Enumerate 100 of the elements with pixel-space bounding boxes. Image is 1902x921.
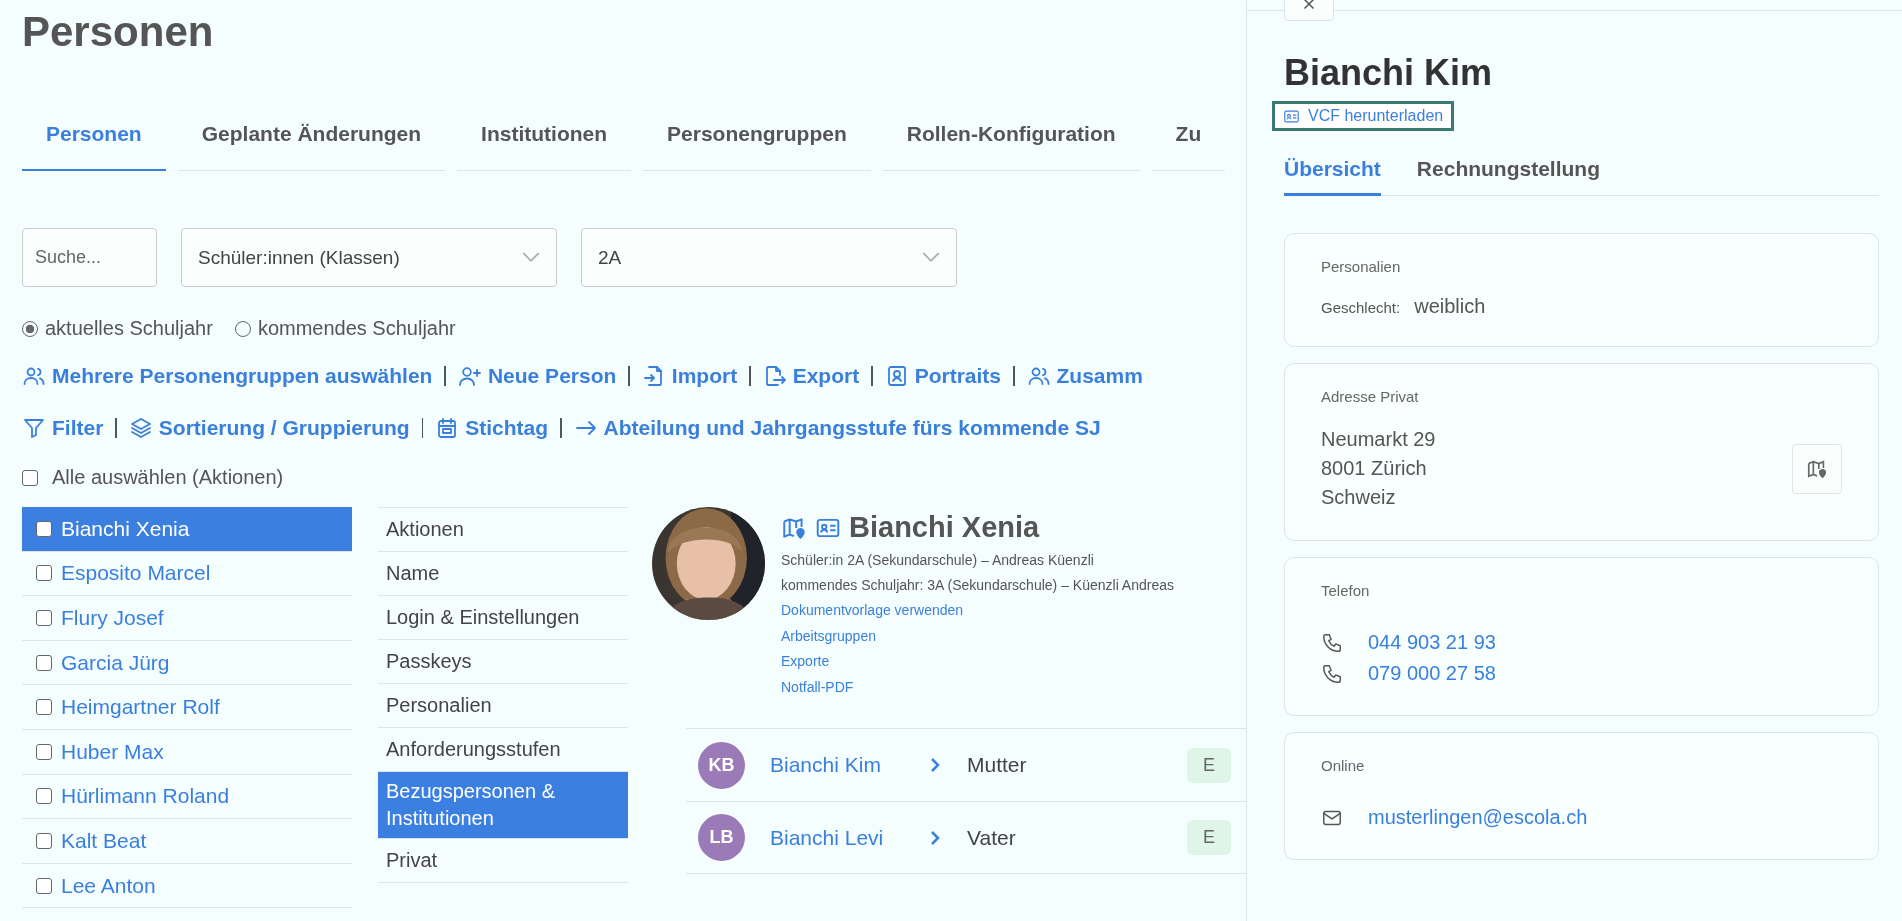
- card-title: Adresse Privat: [1321, 388, 1420, 405]
- caret-icon: [922, 252, 940, 263]
- map-button[interactable]: [1792, 443, 1842, 494]
- toolbar-link[interactable]: Stichtag: [435, 408, 549, 448]
- relation-name[interactable]: Bianchi Levi: [770, 825, 930, 850]
- checkbox[interactable]: [36, 565, 52, 582]
- relation-badge: E: [1187, 820, 1231, 855]
- section-nav-item[interactable]: Privat: [378, 839, 628, 883]
- card-title: Telefon: [1321, 582, 1371, 599]
- person-name: Garcia Jürg: [61, 650, 170, 675]
- checkbox[interactable]: [36, 654, 52, 671]
- tab[interactable]: Geplante Änderungen: [177, 98, 446, 171]
- person-name: Lee Anton: [61, 873, 156, 898]
- person-title: Bianchi Xenia: [849, 511, 1040, 544]
- person-name: Heimgartner Rolf: [61, 695, 220, 720]
- person-name: Hürlimann Roland: [61, 784, 230, 809]
- info-line: Schüler:in 2A (Sekundarschule) – Andreas Küenzli: [781, 551, 1095, 570]
- profile-link[interactable]: Exporte: [781, 649, 1174, 675]
- search-field[interactable]: Suche...: [22, 228, 157, 287]
- profile-link[interactable]: Arbeitsgruppen: [781, 623, 1174, 649]
- card-title: Online: [1321, 757, 1366, 774]
- person-list-item[interactable]: Hürlimann Roland: [22, 774, 352, 820]
- toolbar-link[interactable]: Abteilung und Jahrgangsstufe fürs kommende SJ: [573, 408, 1101, 448]
- toolbar-link[interactable]: Sortierung / Gruppierung: [128, 408, 410, 448]
- person-list-item[interactable]: Esposito Marcel: [22, 551, 352, 597]
- radio-button[interactable]: [22, 320, 38, 337]
- checkbox[interactable]: [36, 610, 52, 626]
- checkbox[interactable]: [36, 520, 52, 537]
- phone-link[interactable]: 044 903 21 93: [1368, 629, 1496, 656]
- toolbar-link[interactable]: Import: [641, 356, 738, 396]
- field-label: Geschlecht:: [1321, 299, 1401, 316]
- select-all-label: Alle auswählen (Aktionen): [52, 466, 284, 489]
- toolbar-link[interactable]: Filter: [22, 408, 104, 448]
- person-list-item[interactable]: Flury Josef: [22, 596, 352, 641]
- profile-link[interactable]: Dokumentvorlage verwenden: [781, 598, 1174, 624]
- checkbox[interactable]: [36, 743, 52, 760]
- email-link[interactable]: musterlingen@escola.ch: [1368, 804, 1588, 831]
- tab[interactable]: Institutionen: [457, 98, 632, 171]
- tab[interactable]: Rollen-Konfiguration: [882, 98, 1140, 171]
- person-name: Flury Josef: [61, 606, 164, 630]
- tab[interactable]: Übersicht: [1284, 157, 1381, 196]
- address-line: Neumarkt 29: [1321, 427, 1436, 452]
- person-list-item[interactable]: Bianchi Xenia: [22, 507, 352, 552]
- person-name: Huber Max: [61, 739, 164, 764]
- section-nav-item[interactable]: Name: [378, 552, 628, 596]
- user-plus-icon: [457, 364, 482, 388]
- address-line: 8001 Zürich: [1321, 456, 1428, 481]
- checkbox[interactable]: [22, 469, 38, 486]
- person-list-item[interactable]: Lee Anton: [22, 863, 352, 909]
- person-list-item[interactable]: Heimgartner Rolf: [22, 685, 352, 730]
- checkbox[interactable]: [36, 699, 52, 716]
- chevron-icon: [930, 829, 940, 846]
- section-nav-item[interactable]: Personalien: [378, 684, 628, 728]
- relation-role: Mutter: [967, 753, 1028, 777]
- person-list-item[interactable]: Huber Max: [22, 729, 352, 775]
- info-line: kommendes Schuljahr: 3A (Sekundarschule) – Küenzli Andreas: [781, 576, 1174, 595]
- toolbar-link[interactable]: Export: [762, 356, 860, 396]
- card-title: Personalien: [1321, 258, 1402, 275]
- person-name: Esposito Marcel: [61, 561, 211, 586]
- relation-badge: E: [1187, 747, 1231, 783]
- vcf-download-link[interactable]: VCF herunterladen: [1272, 101, 1455, 131]
- section-nav-item[interactable]: Bezugspersonen & Institutionen: [378, 772, 628, 839]
- person-list-item[interactable]: Kalt Beat: [22, 819, 352, 864]
- chevron-icon: [930, 757, 940, 773]
- toolbar-link[interactable]: Portraits: [884, 356, 1002, 396]
- profile-link[interactable]: Notfall-PDF: [781, 674, 1174, 700]
- checkbox[interactable]: [36, 788, 52, 805]
- checkbox[interactable]: [36, 832, 52, 849]
- tab[interactable]: Personengruppen: [643, 98, 871, 171]
- tab[interactable]: Zu: [1151, 98, 1226, 171]
- toolbar-link[interactable]: Mehrere Personengruppen auswählen: [22, 356, 433, 396]
- avatar: KB: [698, 741, 745, 789]
- section-nav-item[interactable]: Passkeys: [378, 640, 628, 684]
- radio-label: kommendes Schuljahr: [257, 317, 456, 340]
- phone-icon: [1321, 631, 1343, 654]
- checkbox[interactable]: [36, 877, 52, 894]
- tab[interactable]: Rechnungstellung: [1416, 157, 1601, 196]
- field-value: weiblich: [1414, 295, 1486, 318]
- select-field[interactable]: 2A: [581, 228, 957, 287]
- phone-icon: [1321, 662, 1343, 685]
- person-list-item[interactable]: Garcia Jürg: [22, 640, 352, 686]
- toolbar-link[interactable]: Neue Person: [457, 356, 617, 396]
- panel-title: Bianchi Kim: [1284, 51, 1494, 95]
- toolbar-link[interactable]: Zusamm: [1026, 356, 1143, 396]
- select-field[interactable]: Schüler:innen (Klassen): [181, 228, 557, 287]
- filter-icon: [22, 416, 46, 440]
- page-title: Personen: [22, 7, 215, 57]
- caret-icon: [522, 252, 540, 263]
- relation-name[interactable]: Bianchi Kim: [770, 753, 930, 777]
- radio-label: aktuelles Schuljahr: [45, 317, 213, 340]
- section-nav-item[interactable]: Login & Einstellungen: [378, 596, 628, 640]
- tab[interactable]: Personen: [22, 98, 166, 171]
- person-name: Kalt Beat: [61, 828, 147, 853]
- person-name: Bianchi Xenia: [61, 516, 190, 541]
- section-nav-item[interactable]: Aktionen: [378, 508, 628, 552]
- phone-link[interactable]: 079 000 27 58: [1368, 660, 1496, 687]
- avatar: LB: [698, 814, 745, 861]
- address-line: Schweiz: [1321, 485, 1397, 510]
- relation-role: Vater: [967, 825, 1017, 850]
- close-icon: [1301, 0, 1317, 10]
